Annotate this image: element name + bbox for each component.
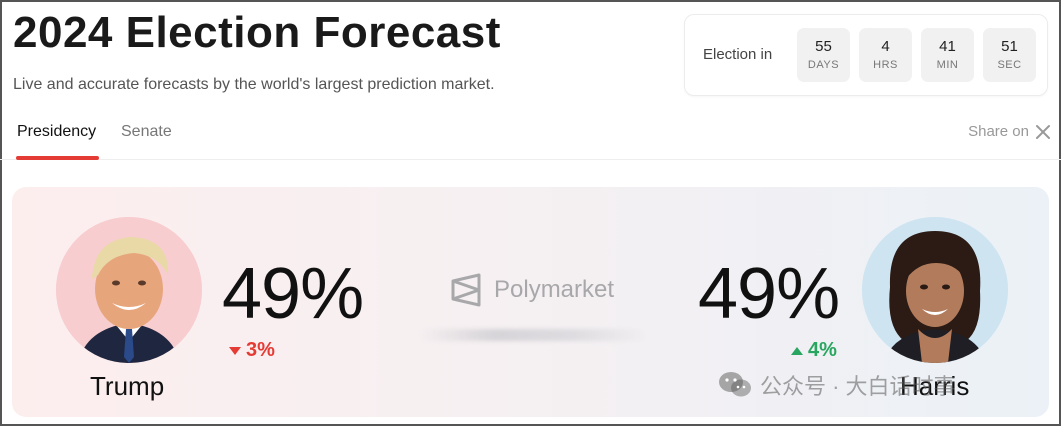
share-label: Share on (968, 123, 1029, 140)
polymarket-name: Polymarket (494, 276, 615, 303)
polymarket-brand: Polymarket (450, 273, 614, 307)
share-button[interactable]: Share on (968, 123, 1051, 140)
triangle-down-icon (229, 346, 241, 355)
x-logo-icon (1036, 124, 1050, 139)
countdown-minutes: 41 MIN (921, 28, 974, 82)
trump-change-value: 3% (246, 339, 275, 361)
page-subtitle: Live and accurate forecasts by the world… (13, 76, 495, 93)
countdown-hours-value: 4 (881, 38, 890, 55)
harris-avatar (862, 217, 1008, 363)
page-title: 2024 Election Forecast (13, 8, 501, 57)
countdown-seconds-unit: SEC (997, 59, 1022, 71)
countdown-minutes-value: 41 (939, 38, 956, 55)
countdown-hours: 4 HRS (859, 28, 912, 82)
countdown-days-unit: DAYS (807, 59, 840, 71)
polymarket-logo-icon (451, 273, 481, 307)
countdown-seconds-value: 51 (1001, 38, 1018, 55)
countdown-days-value: 55 (815, 38, 832, 55)
countdown-days: 55 DAYS (797, 28, 850, 82)
countdown-seconds: 51 SEC (983, 28, 1036, 82)
trump-percent: 49% (222, 254, 364, 334)
trump-avatar (56, 217, 202, 363)
blurred-caption (420, 329, 648, 341)
tab-senate[interactable]: Senate (121, 123, 172, 141)
countdown-label: Election in (703, 46, 773, 63)
harris-change: 4% (790, 339, 837, 362)
harris-change-value: 4% (808, 339, 837, 361)
watermark-text: 公众号 · 大白话时事 (760, 374, 956, 399)
triangle-up-icon (791, 346, 803, 355)
trump-change: 3% (228, 339, 275, 362)
election-countdown: Election in 55 DAYS 4 HRS 41 MIN 51 SEC (684, 14, 1048, 96)
tab-presidency[interactable]: Presidency (17, 123, 96, 141)
active-tab-indicator (16, 156, 99, 160)
harris-percent: 49% (698, 254, 840, 334)
countdown-minutes-unit: MIN (936, 59, 959, 71)
trump-name: Trump (90, 371, 165, 401)
countdown-hours-unit: HRS (873, 59, 898, 71)
watermark: 公众号 · 大白话时事 (718, 369, 956, 401)
forecast-tabs: Presidency Senate Share on (0, 110, 1061, 160)
wechat-icon (719, 372, 751, 397)
